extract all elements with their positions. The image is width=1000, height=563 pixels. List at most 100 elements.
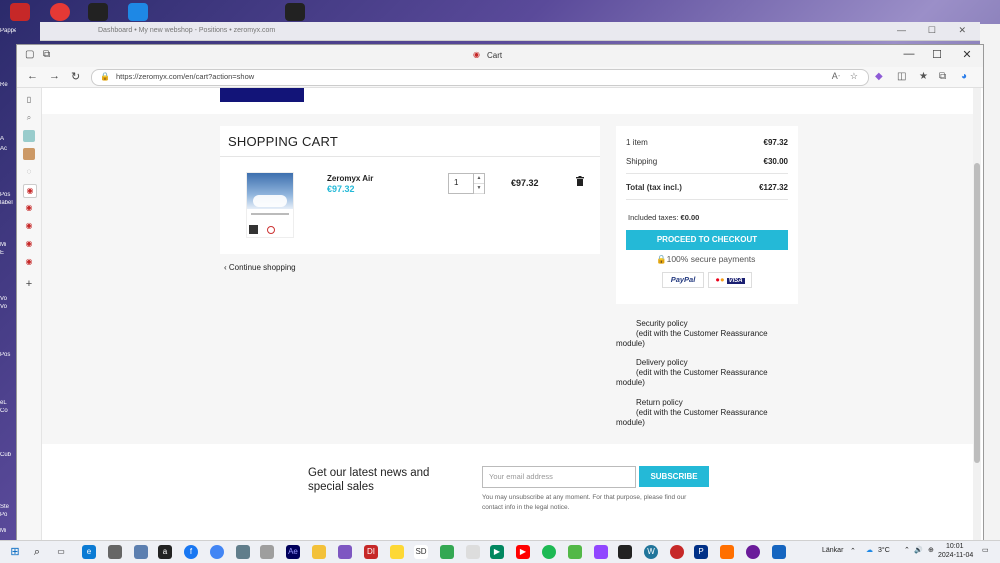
app-icon[interactable] xyxy=(338,545,352,559)
app-icon[interactable] xyxy=(746,545,760,559)
tab-title[interactable]: Cart xyxy=(487,51,502,60)
edge-icon[interactable]: e xyxy=(82,545,96,559)
app-icon[interactable] xyxy=(236,545,250,559)
desktop-label[interactable]: E xyxy=(0,250,16,264)
google-drive-icon[interactable] xyxy=(440,545,454,559)
split-screen-icon[interactable]: ◫ xyxy=(897,71,906,82)
copilot-icon[interactable]: ◕ xyxy=(961,71,967,82)
clock-time[interactable]: 10:01 xyxy=(946,543,964,550)
clock-date[interactable]: 2024-11-04 xyxy=(938,552,973,559)
tidal-icon[interactable] xyxy=(618,545,632,559)
app-icon[interactable] xyxy=(108,545,122,559)
app-icon[interactable] xyxy=(390,545,404,559)
close-button[interactable]: ✕ xyxy=(955,48,979,61)
maximize-button[interactable]: ☐ xyxy=(925,48,949,61)
app-icon[interactable] xyxy=(134,545,148,559)
chevron-up-icon[interactable]: ▲ xyxy=(474,174,484,184)
app-icon[interactable]: DI xyxy=(364,545,378,559)
page-scrollbar[interactable] xyxy=(973,88,981,540)
desktop-label[interactable]: Cub xyxy=(0,452,16,466)
tab-icon[interactable]: ◉ xyxy=(23,238,35,250)
tidal-icon[interactable] xyxy=(285,3,305,21)
scrollbar-thumb[interactable] xyxy=(974,163,980,463)
language-icon[interactable]: ⊕ xyxy=(928,546,934,554)
app-icon[interactable] xyxy=(670,545,684,559)
url-text[interactable]: https://zeromyx.com/en/cart?action=show xyxy=(116,72,254,81)
search-icon[interactable]: ⌕ xyxy=(23,112,35,124)
chrome-icon[interactable] xyxy=(210,545,224,559)
app-icon[interactable]: SD xyxy=(414,545,428,559)
maximize-icon[interactable]: ☐ xyxy=(928,25,936,36)
tab-icon[interactable] xyxy=(23,130,35,142)
refresh-icon[interactable]: ↻ xyxy=(71,70,80,83)
quantity-spinner[interactable]: ▲ ▼ xyxy=(473,174,484,194)
tray-chevron-icon[interactable]: ⌃ xyxy=(904,546,910,554)
wordpress-icon[interactable]: W xyxy=(644,545,658,559)
weather-temp[interactable]: 3°C xyxy=(878,547,890,554)
task-view-icon[interactable]: ▭ xyxy=(54,545,68,559)
desktop-label[interactable]: Papperskorg xyxy=(0,28,16,42)
after-effects-icon[interactable]: Ae xyxy=(286,545,300,559)
facebook-icon[interactable]: f xyxy=(184,545,198,559)
record-icon[interactable] xyxy=(50,3,70,21)
new-tab-icon[interactable]: + xyxy=(23,278,35,290)
forward-icon[interactable]: → xyxy=(49,70,60,82)
app-icon[interactable] xyxy=(260,545,274,559)
desktop-label[interactable]: Re xyxy=(0,82,16,96)
back-icon[interactable]: ← xyxy=(27,70,38,82)
product-name-link[interactable]: Zeromyx Air xyxy=(327,174,373,183)
tab-icon[interactable]: ▯ xyxy=(23,94,35,106)
lock-icon[interactable]: 🔒 xyxy=(100,72,110,81)
minimize-button[interactable]: — xyxy=(897,48,921,60)
continue-shopping-link[interactable]: ‹ Continue shopping xyxy=(224,263,296,272)
app-icon[interactable] xyxy=(568,545,582,559)
tab-icon[interactable]: ◉ xyxy=(23,220,35,232)
tab-icon[interactable]: ◉ xyxy=(23,202,35,214)
collections-icon[interactable]: ⧉ xyxy=(939,71,946,82)
volume-icon[interactable]: 🔊 xyxy=(914,546,923,554)
spotify-icon[interactable] xyxy=(542,545,556,559)
read-aloud-icon[interactable]: Aᐧ xyxy=(832,71,840,82)
tab-icon[interactable]: ◌ xyxy=(23,166,35,178)
chevron-down-icon[interactable]: ▼ xyxy=(474,184,484,194)
extension-icon[interactable]: ◆ xyxy=(875,71,883,82)
desktop-label[interactable]: Ac xyxy=(0,146,16,160)
twitch-icon[interactable] xyxy=(594,545,608,559)
quantity-value[interactable]: 1 xyxy=(454,178,458,187)
tab-icon[interactable]: ◉ xyxy=(23,256,35,268)
desktop-label[interactable]: Vo xyxy=(0,304,16,318)
amazon-icon[interactable]: a xyxy=(158,545,172,559)
app-icon[interactable] xyxy=(720,545,734,559)
minimize-icon[interactable]: — xyxy=(897,25,906,35)
product-image[interactable] xyxy=(246,172,294,238)
youtube-icon[interactable]: ▶ xyxy=(516,545,530,559)
subscribe-button[interactable]: SUBSCRIBE xyxy=(639,466,709,487)
play-store-icon[interactable]: ▶ xyxy=(490,545,504,559)
site-logo[interactable] xyxy=(220,88,304,102)
tab-icon[interactable] xyxy=(23,148,35,160)
delete-icon[interactable] xyxy=(576,176,584,186)
url-input[interactable]: 🔒 https://zeromyx.com/en/cart?action=sho… xyxy=(91,69,869,86)
favorite-star-icon[interactable]: ☆ xyxy=(850,71,858,82)
windows-start-icon[interactable]: ⊞ xyxy=(8,545,22,559)
close-icon[interactable]: ✕ xyxy=(958,25,966,36)
app-icon[interactable] xyxy=(466,545,480,559)
app-icon[interactable] xyxy=(772,545,786,559)
background-browser-window[interactable]: Dashboard • My new webshop - Positions •… xyxy=(40,22,980,41)
file-explorer-icon[interactable] xyxy=(312,545,326,559)
links-toolbar[interactable]: Länkar xyxy=(822,547,843,554)
chevron-up-icon[interactable]: ⌃ xyxy=(850,547,856,555)
app-icon[interactable] xyxy=(10,3,30,21)
active-tab-icon[interactable]: ◉ xyxy=(23,184,37,198)
desktop-label[interactable]: Pos xyxy=(0,352,16,366)
desktop-label[interactable]: Co xyxy=(0,408,16,422)
desktop-label[interactable]: label xyxy=(0,200,16,214)
search-icon[interactable]: ⌕ xyxy=(30,545,44,559)
notifications-icon[interactable]: ▭ xyxy=(982,546,989,554)
paypal-icon[interactable]: P xyxy=(694,545,708,559)
workspaces-icon[interactable]: ▢ xyxy=(25,49,34,60)
quantity-stepper[interactable]: 1 ▲ ▼ xyxy=(448,173,485,194)
email-placeholder[interactable]: Your email address xyxy=(489,472,553,481)
app-icon[interactable] xyxy=(128,3,148,21)
favorites-icon[interactable]: ★ xyxy=(919,71,928,82)
